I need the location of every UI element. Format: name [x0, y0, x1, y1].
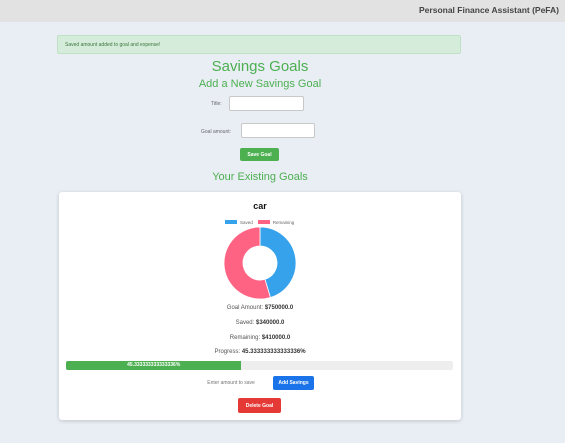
page-title: Savings Goals: [211, 58, 309, 75]
legend-label-saved: Saved: [240, 219, 253, 225]
remaining-row: Remaining: $410000.0: [59, 335, 461, 341]
progress-label: Progress:: [214, 349, 241, 355]
saved-label: Saved:: [235, 320, 255, 326]
delete-goal-button[interactable]: Delete Goal: [238, 398, 281, 413]
add-savings-button[interactable]: Add Savings: [273, 376, 314, 390]
goal-amount-input[interactable]: [241, 123, 315, 138]
legend-swatch-remaining: [257, 220, 270, 224]
goal-title-input[interactable]: [229, 96, 304, 111]
remaining-label: Remaining:: [229, 335, 261, 341]
legend-swatch-saved: [225, 220, 237, 224]
saved-row: Saved: $340000.0: [59, 320, 461, 326]
existing-goals-heading: Your Existing Goals: [212, 171, 308, 183]
top-bar: Personal Finance Assistant (PeFA): [0, 0, 565, 22]
legend-item-remaining: Remaining: [257, 219, 295, 225]
title-label: Title:: [211, 101, 222, 107]
progress-value: 45.333333333333336%: [241, 349, 306, 355]
progress-row: Progress: 45.333333333333336%: [59, 349, 461, 355]
legend-label-remaining: Remaining: [272, 219, 295, 225]
savings-donut-chart: [223, 227, 297, 299]
app-title: Personal Finance Assistant (PeFA): [419, 5, 559, 15]
add-goal-heading: Add a New Savings Goal: [198, 78, 322, 90]
goal-amount-label: Goal amount:: [201, 129, 232, 135]
chart-legend: Saved Remaining: [225, 218, 299, 226]
success-alert: Saved amount added to goal and expense!: [57, 35, 461, 54]
remaining-value: $410000.0: [261, 335, 291, 341]
saved-value: $340000.0: [255, 320, 285, 326]
progress-bar-fill: 45.333333333333336%: [66, 361, 242, 370]
legend-item-saved: Saved: [225, 220, 253, 225]
goal-title: car: [253, 201, 267, 211]
goal-amount-value: $750000.0: [264, 305, 294, 311]
goal-amount-label: Goal Amount:: [226, 305, 264, 311]
save-goal-button[interactable]: Save Goal: [240, 148, 279, 161]
goal-amount-row: Goal Amount: $750000.0: [59, 305, 461, 311]
progress-bar: 45.333333333333336%: [66, 361, 453, 370]
goal-card: car Saved Remaining Goal Amount: $750000…: [59, 192, 461, 420]
savings-amount-input[interactable]: [194, 376, 268, 390]
